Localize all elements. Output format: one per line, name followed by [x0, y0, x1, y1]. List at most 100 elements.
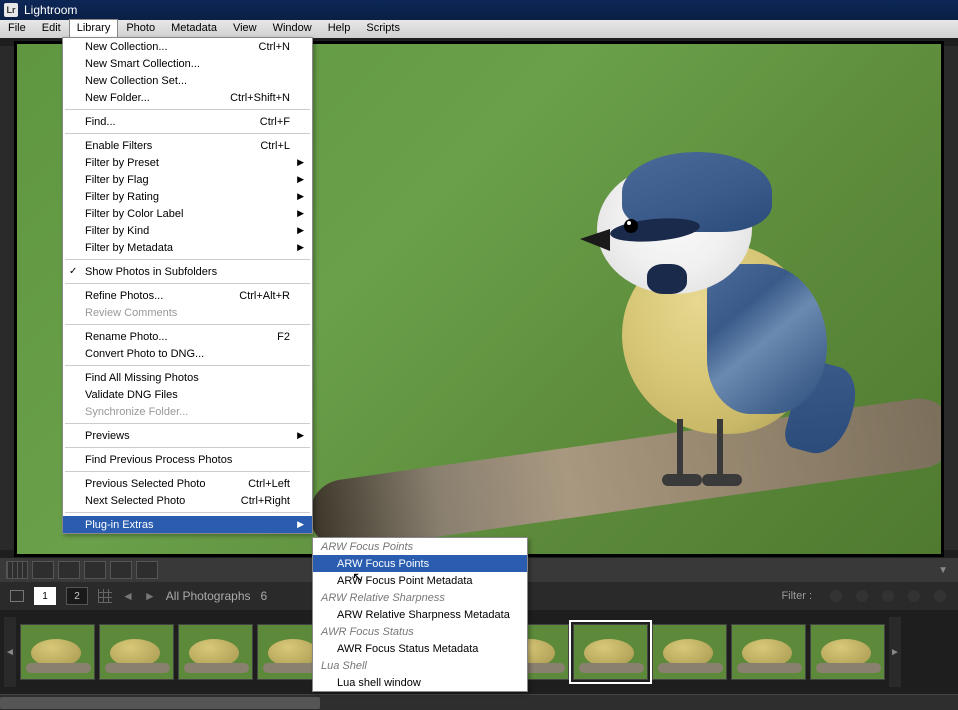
submenu-group-header: ARW Focus Points — [313, 538, 527, 555]
menu-item[interactable]: ✓Show Photos in Subfolders — [63, 263, 312, 280]
menu-item-label: Find All Missing Photos — [85, 372, 290, 384]
menu-item[interactable]: Next Selected PhotoCtrl+Right — [63, 492, 312, 509]
scrollbar-thumb[interactable] — [0, 697, 320, 709]
source-label[interactable]: All Photographs — [166, 589, 251, 603]
survey-view-button[interactable] — [84, 561, 106, 579]
thumbnail[interactable] — [20, 624, 95, 680]
menu-item-label: Synchronize Folder... — [85, 406, 290, 418]
menu-item[interactable]: New Collection...Ctrl+N — [63, 38, 312, 55]
menu-separator — [65, 471, 310, 472]
people-view-button[interactable] — [110, 561, 132, 579]
second-window-button[interactable]: 2 — [66, 587, 88, 605]
compare-view-button[interactable] — [58, 561, 80, 579]
menu-item-shortcut: F2 — [277, 331, 290, 343]
menu-help[interactable]: Help — [320, 20, 359, 38]
menu-item-label: New Folder... — [85, 92, 230, 104]
menu-item-label: Find... — [85, 116, 260, 128]
filmstrip-scroll-right[interactable]: ► — [889, 617, 901, 687]
thumbnail[interactable] — [810, 624, 885, 680]
menu-item-label: New Collection... — [85, 41, 259, 53]
menu-item-label: Previous Selected Photo — [85, 478, 248, 490]
menu-item[interactable]: Filter by Rating ▶ — [63, 188, 312, 205]
menu-item-label: Rename Photo... — [85, 331, 277, 343]
menu-item[interactable]: Validate DNG Files — [63, 386, 312, 403]
menu-item[interactable]: Refine Photos...Ctrl+Alt+R — [63, 287, 312, 304]
submenu-arrow-icon: ▶ — [297, 430, 304, 441]
submenu-item[interactable]: ARW Relative Sharpness Metadata — [313, 606, 527, 623]
menu-separator — [65, 109, 310, 110]
submenu-arrow-icon: ▶ — [297, 191, 304, 202]
forward-arrow-icon[interactable]: ► — [144, 589, 156, 603]
menu-item[interactable]: Filter by Kind▶ — [63, 222, 312, 239]
menu-item-shortcut: Ctrl+F — [260, 116, 290, 128]
filter-flag-dot[interactable] — [856, 590, 868, 602]
grid-view-button[interactable] — [6, 561, 28, 579]
submenu-arrow-icon: ▶ — [297, 157, 304, 168]
menu-separator — [65, 283, 310, 284]
secondary-monitor-icon[interactable] — [10, 590, 24, 602]
thumbnail[interactable] — [573, 624, 648, 680]
menu-view[interactable]: View — [225, 20, 265, 38]
menu-item-label: Validate DNG Files — [85, 389, 290, 401]
menu-item-shortcut: Ctrl+Alt+R — [239, 290, 290, 302]
filmstrip-scrollbar[interactable] — [0, 694, 958, 710]
menu-scripts[interactable]: Scripts — [358, 20, 408, 38]
left-panel-rail[interactable] — [0, 46, 14, 550]
menu-item[interactable]: Filter by Preset▶ — [63, 154, 312, 171]
toolbar-options-chevron-icon[interactable]: ▼ — [938, 565, 948, 576]
menu-item-shortcut: Ctrl+L — [260, 140, 290, 152]
back-arrow-icon[interactable]: ◄ — [122, 589, 134, 603]
thumbnail[interactable] — [178, 624, 253, 680]
menu-item[interactable]: Find All Missing Photos — [63, 369, 312, 386]
titlebar: Lr Lightroom — [0, 0, 958, 20]
menu-item[interactable]: Filter by Color Label▶ — [63, 205, 312, 222]
main-window-button[interactable]: 1 — [34, 587, 56, 605]
menu-item-shortcut: Ctrl+Left — [248, 478, 290, 490]
submenu-item[interactable]: ARW Focus Point Metadata — [313, 572, 527, 589]
submenu-item[interactable]: AWR Focus Status Metadata — [313, 640, 527, 657]
filter-flag-dot[interactable] — [908, 590, 920, 602]
menu-item[interactable]: Rename Photo...F2 — [63, 328, 312, 345]
menu-item[interactable]: Previous Selected PhotoCtrl+Left — [63, 475, 312, 492]
thumbnail[interactable] — [731, 624, 806, 680]
menu-item-label: Filter by Rating — [85, 191, 290, 203]
filmstrip-scroll-left[interactable]: ◄ — [4, 617, 16, 687]
menu-item[interactable]: Find...Ctrl+F — [63, 113, 312, 130]
menu-photo[interactable]: Photo — [118, 20, 163, 38]
menu-item[interactable]: Find Previous Process Photos — [63, 451, 312, 468]
right-panel-rail[interactable] — [944, 46, 958, 550]
menu-item-label: Next Selected Photo — [85, 495, 241, 507]
menu-item[interactable]: New Collection Set... — [63, 72, 312, 89]
menu-item-label: Enable Filters — [85, 140, 260, 152]
menu-item[interactable]: Plug-in Extras▶ — [63, 516, 312, 533]
menu-metadata[interactable]: Metadata — [163, 20, 225, 38]
submenu-arrow-icon: ▶ — [297, 174, 304, 185]
submenu-arrow-icon: ▶ — [297, 242, 304, 253]
menu-item[interactable]: New Smart Collection... — [63, 55, 312, 72]
menu-item-label: Find Previous Process Photos — [85, 454, 290, 466]
submenu-group-header: Lua Shell — [313, 657, 527, 674]
menu-item[interactable]: Filter by Flag▶ — [63, 171, 312, 188]
sort-button[interactable] — [136, 561, 158, 579]
menu-item-label: New Collection Set... — [85, 75, 290, 87]
thumbnail[interactable] — [99, 624, 174, 680]
menu-edit[interactable]: Edit — [34, 20, 69, 38]
menu-item[interactable]: Filter by Metadata▶ — [63, 239, 312, 256]
menu-item[interactable]: Enable FiltersCtrl+L — [63, 137, 312, 154]
loupe-view-button[interactable] — [32, 561, 54, 579]
menu-item-label: New Smart Collection... — [85, 58, 290, 70]
filter-flag-dot[interactable] — [830, 590, 842, 602]
filter-flag-dot[interactable] — [934, 590, 946, 602]
submenu-item[interactable]: ARW Focus Points — [313, 555, 527, 572]
menu-library[interactable]: Library — [69, 19, 119, 38]
submenu-item[interactable]: Lua shell window — [313, 674, 527, 691]
menu-item-label: Refine Photos... — [85, 290, 239, 302]
menu-file[interactable]: File — [0, 20, 34, 38]
grid-icon[interactable] — [98, 589, 112, 603]
menu-item[interactable]: Previews▶ — [63, 427, 312, 444]
thumbnail[interactable] — [652, 624, 727, 680]
menu-window[interactable]: Window — [265, 20, 320, 38]
filter-flag-dot[interactable] — [882, 590, 894, 602]
menu-item[interactable]: Convert Photo to DNG... — [63, 345, 312, 362]
menu-item[interactable]: New Folder...Ctrl+Shift+N — [63, 89, 312, 106]
